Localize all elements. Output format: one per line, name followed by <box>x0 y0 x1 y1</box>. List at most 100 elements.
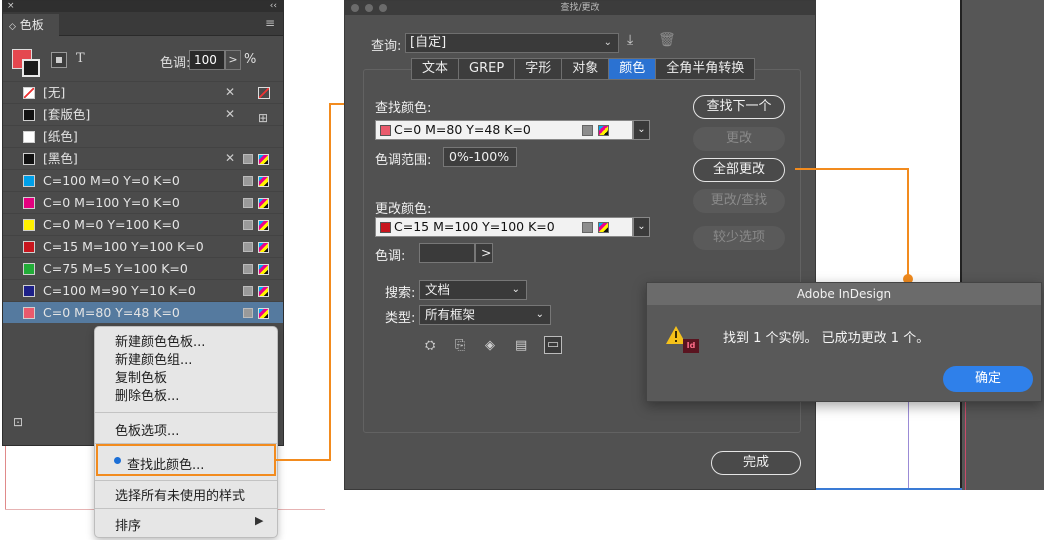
panel-tab-row: ◇ 色板 ≡ <box>3 12 283 36</box>
show-swatch-kinds-icon[interactable]: ⊡ <box>13 415 23 429</box>
tint-range-input[interactable]: 0%-100% <box>443 147 517 167</box>
swatch-row[interactable]: C=100 M=90 Y=10 K=0 <box>3 279 283 301</box>
change-tint-input[interactable] <box>419 243 475 263</box>
no-edit-icon: ✕ <box>225 151 236 165</box>
include-footnotes-icon[interactable]: ▭ <box>544 336 562 354</box>
close-window-icon[interactable] <box>351 4 359 12</box>
swatch-row[interactable]: [套版色] ✕ ⊞ <box>3 103 283 125</box>
save-query-icon[interactable]: ⤓ <box>627 32 633 48</box>
cmyk-mode-icon <box>258 154 269 165</box>
include-master-pages-icon[interactable]: ▤ <box>515 338 527 353</box>
change-tint-label: 色调: <box>375 249 406 264</box>
done-button[interactable]: 完成 <box>711 451 801 475</box>
checked-dot-icon <box>114 457 121 464</box>
panel-menu-icon[interactable]: ≡ <box>265 16 275 30</box>
change-button[interactable]: 更改 <box>693 127 785 151</box>
menu-item-new-color-group[interactable]: 新建颜色组... <box>115 349 192 368</box>
include-locked-objects-icon[interactable]: ⎘ <box>455 338 465 353</box>
swatch-row-selected[interactable]: C=0 M=80 Y=48 K=0 <box>3 301 283 323</box>
chevron-down-icon: ⌄ <box>535 309 544 320</box>
process-color-icon <box>243 264 253 274</box>
find-color-dropdown[interactable]: ⌄ <box>633 120 650 140</box>
swatch-row[interactable]: [纸色] <box>3 125 283 147</box>
type-label: 类型: <box>385 311 416 326</box>
tab-transliterate[interactable]: 全角半角转换 <box>656 59 754 79</box>
frame-type-value: 所有框架 <box>425 307 476 322</box>
swatch-name: [套版色] <box>43 107 91 122</box>
swatch-chip <box>23 263 35 275</box>
tint-range-label: 色调范围: <box>375 153 432 168</box>
change-tint-slider-button[interactable]: > <box>475 243 493 263</box>
swatch-name: C=0 M=100 Y=0 K=0 <box>43 195 180 210</box>
minimize-window-icon[interactable] <box>365 4 373 12</box>
swatch-name: C=75 M=5 Y=100 K=0 <box>43 261 188 276</box>
query-select[interactable]: [自定] ⌄ <box>405 33 619 53</box>
swatch-name: [黑色] <box>43 151 78 166</box>
formatting-text-icon[interactable]: T <box>76 51 85 66</box>
menu-item-new-color-swatch[interactable]: 新建颜色色板... <box>115 331 205 350</box>
fewer-options-button[interactable]: 较少选项 <box>693 226 785 250</box>
tab-grep[interactable]: GREP <box>459 59 516 79</box>
menu-separator <box>95 412 277 413</box>
frame-edge <box>816 488 962 490</box>
cmyk-mode-icon <box>598 222 609 233</box>
stroke-swatch-box[interactable] <box>22 59 40 77</box>
find-color-field[interactable]: C=0 M=80 Y=48 K=0 <box>375 120 633 140</box>
change-find-button[interactable]: 更改/查找 <box>693 189 785 213</box>
tab-glyph[interactable]: 字形 <box>515 59 563 79</box>
tab-object[interactable]: 对象 <box>562 59 610 79</box>
swatch-list: [无] ✕ [套版色] ✕ ⊞ [纸色] [黑色] ✕ C=100 M=0 Y=… <box>3 81 283 323</box>
find-next-button[interactable]: 查找下一个 <box>693 95 785 119</box>
tint-slider-button[interactable]: > <box>225 50 241 70</box>
swatch-chip <box>23 307 35 319</box>
tab-color[interactable]: 颜色 <box>609 59 657 79</box>
tint-input[interactable]: 100 <box>189 50 225 70</box>
search-scope-value: 文档 <box>425 282 451 297</box>
swatch-row[interactable]: [黑色] ✕ <box>3 147 283 169</box>
find-change-window: 查找/更改 查询: [自定] ⌄ ⤓ 🗑 文本 GREP 字形 对象 颜色 全角… <box>344 0 816 490</box>
menu-separator <box>95 508 277 509</box>
swatch-row[interactable]: C=15 M=100 Y=100 K=0 <box>3 235 283 257</box>
change-all-button[interactable]: 全部更改 <box>693 158 785 182</box>
menu-item-select-unused[interactable]: 选择所有未使用的样式 <box>115 485 245 504</box>
swatch-row[interactable]: C=0 M=100 Y=0 K=0 <box>3 191 283 213</box>
page-edge <box>960 0 962 490</box>
query-label: 查询: <box>371 39 402 54</box>
change-color-label: 更改颜色: <box>375 202 432 217</box>
search-scope-select[interactable]: 文档 ⌄ <box>419 280 527 300</box>
collapse-icon[interactable]: ‹‹ <box>270 1 277 12</box>
change-color-dropdown[interactable]: ⌄ <box>633 217 650 237</box>
swatch-row[interactable]: C=0 M=0 Y=100 K=0 <box>3 213 283 235</box>
include-locked-layers-icon[interactable]: ⛭ <box>425 338 435 353</box>
zoom-window-icon[interactable] <box>379 4 387 12</box>
process-color-icon <box>243 220 253 230</box>
cmyk-mode-icon <box>258 242 269 253</box>
menu-item-delete-swatch[interactable]: 删除色板... <box>115 385 179 404</box>
formatting-container-icon[interactable] <box>51 52 67 68</box>
ok-button[interactable]: 确定 <box>943 366 1033 392</box>
include-hidden-layers-icon[interactable]: ◈ <box>485 338 495 353</box>
swatch-row[interactable]: C=75 M=5 Y=100 K=0 <box>3 257 283 279</box>
cmyk-mode-icon <box>258 286 269 297</box>
indesign-app-icon: Id <box>683 339 699 353</box>
swatch-chip <box>23 241 35 253</box>
swatch-row[interactable]: [无] ✕ <box>3 81 283 103</box>
close-icon[interactable]: × <box>7 1 15 12</box>
change-color-field[interactable]: C=15 M=100 Y=100 K=0 <box>375 217 633 237</box>
process-color-icon <box>582 125 593 136</box>
frame-type-select[interactable]: 所有框架 ⌄ <box>419 305 551 325</box>
delete-query-icon[interactable]: 🗑 <box>658 32 676 48</box>
swatch-row[interactable]: C=100 M=0 Y=0 K=0 <box>3 169 283 191</box>
tab-text[interactable]: 文本 <box>412 59 460 79</box>
menu-item-duplicate-swatch[interactable]: 复制色板 <box>115 367 167 386</box>
menu-item-swatch-options[interactable]: 色板选项... <box>115 420 179 439</box>
cmyk-mode-icon <box>598 125 609 136</box>
alert-title: Adobe InDesign <box>647 283 1041 305</box>
tab-swatches[interactable]: ◇ 色板 <box>3 14 59 36</box>
highlight-box <box>96 444 276 476</box>
alert-message: 找到 1 个实例。 已成功更改 1 个。 <box>723 331 930 346</box>
none-icon <box>258 87 270 99</box>
swatch-name: [无] <box>43 85 66 100</box>
page-edge-line <box>5 446 6 510</box>
menu-item-sort[interactable]: 排序 <box>115 515 141 534</box>
